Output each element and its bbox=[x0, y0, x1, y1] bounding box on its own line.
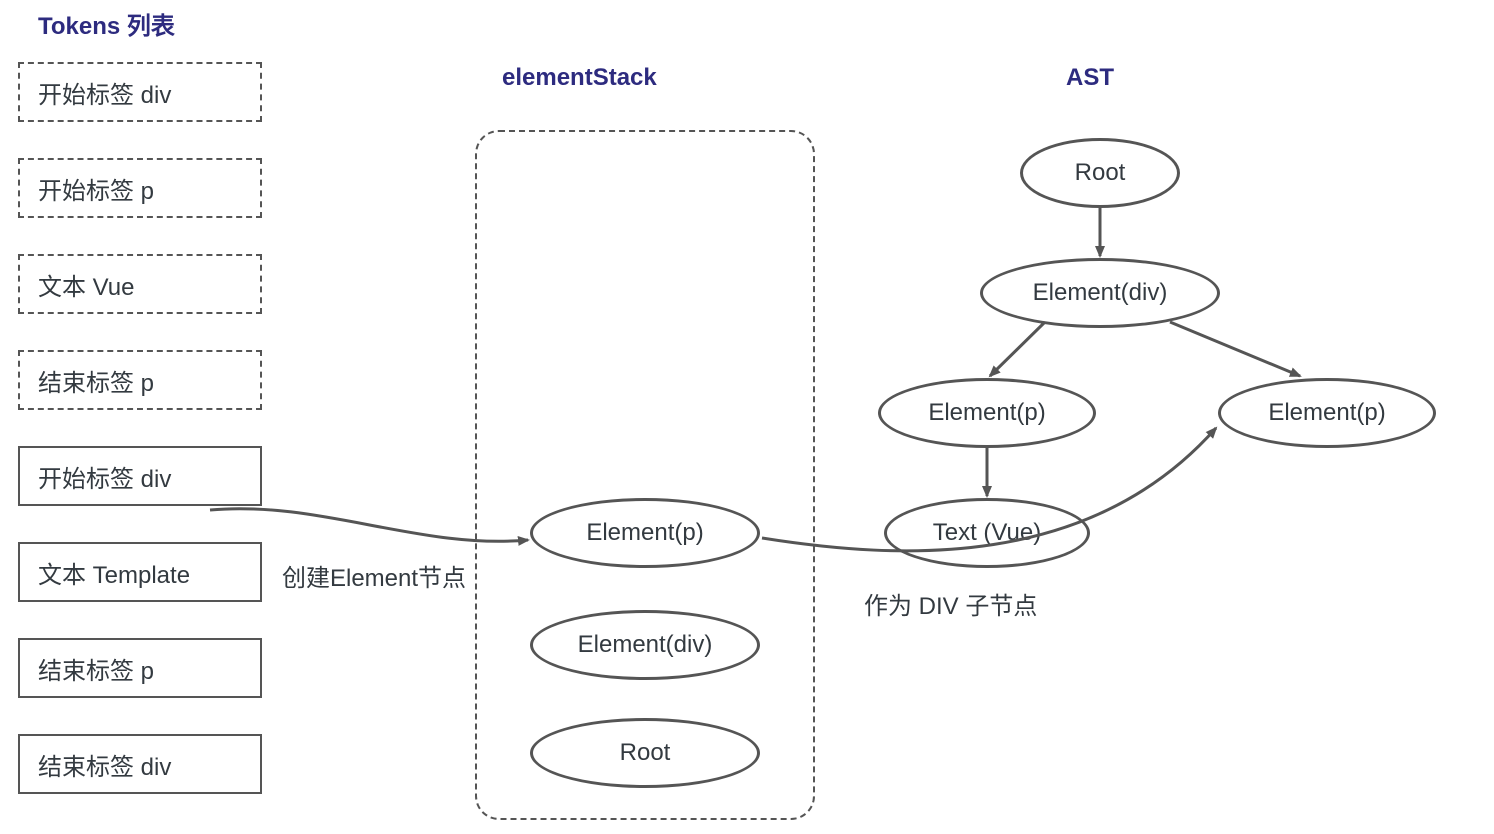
token-item: 文本 Vue bbox=[18, 254, 262, 314]
token-item: 结束标签 p bbox=[18, 350, 262, 410]
stack-ellipse-bottom: Root bbox=[530, 718, 760, 788]
ast-p-right: Element(p) bbox=[1218, 378, 1436, 448]
ast-title: AST bbox=[1066, 64, 1114, 92]
annotation-create-element: 创建Element节点 bbox=[282, 558, 466, 593]
token-item: 结束标签 p bbox=[18, 638, 262, 698]
token-item: 文本 Template bbox=[18, 542, 262, 602]
ast-root: Root bbox=[1020, 138, 1180, 208]
stack-ellipse: Element(div) bbox=[530, 610, 760, 680]
ast-div: Element(div) bbox=[980, 258, 1220, 328]
token-item: 开始标签 p bbox=[18, 158, 262, 218]
element-stack-container bbox=[475, 130, 815, 820]
stack-ellipse-top: Element(p) bbox=[530, 498, 760, 568]
token-item: 结束标签 div bbox=[18, 734, 262, 794]
tokens-title: Tokens 列表 bbox=[38, 6, 175, 41]
ast-p-left: Element(p) bbox=[878, 378, 1096, 448]
annotation-as-div-child: 作为 DIV 子节点 bbox=[864, 586, 1037, 621]
stack-title: elementStack bbox=[502, 64, 657, 92]
ast-text: Text (Vue) bbox=[884, 498, 1090, 568]
token-item-current: 开始标签 div bbox=[18, 446, 262, 506]
token-item: 开始标签 div bbox=[18, 62, 262, 122]
